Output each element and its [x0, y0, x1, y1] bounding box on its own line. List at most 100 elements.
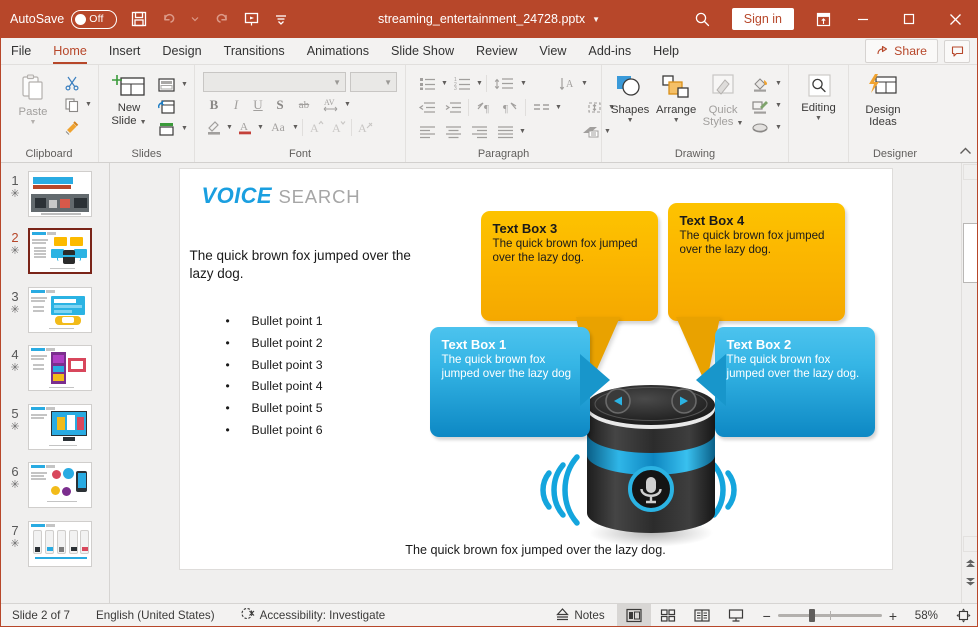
justify-button[interactable] [492, 121, 518, 142]
previous-slide-button[interactable] [963, 555, 978, 571]
slide-canvas-area[interactable]: VOICE SEARCH The quick brown fox jumped … [110, 163, 961, 603]
italic-button[interactable]: I [225, 94, 247, 115]
slide-title[interactable]: VOICE SEARCH [202, 183, 361, 209]
zoom-percent-label[interactable]: 58% [904, 609, 938, 622]
thumbnail-preview-4[interactable] [28, 345, 92, 391]
start-presentation-icon[interactable] [237, 6, 265, 32]
callout-text-box-2[interactable]: Text Box 2 The quick brown fox jumped ov… [714, 327, 875, 437]
zoom-slider-handle[interactable] [809, 609, 815, 622]
rtl-text-direction-button[interactable]: ¶ [497, 97, 523, 118]
tab-design[interactable]: Design [151, 38, 212, 64]
shape-fill-dropdown-icon[interactable]: ▼ [774, 80, 783, 87]
callout-text-box-3[interactable]: Text Box 3 The quick brown fox jumped ov… [480, 211, 658, 321]
quick-styles-dropdown-icon[interactable]: ▼ [737, 120, 744, 127]
redo-icon[interactable] [207, 6, 235, 32]
character-spacing-button[interactable]: AV [317, 94, 343, 115]
sign-in-button[interactable]: Sign in [731, 8, 794, 30]
shape-effects-dropdown-icon[interactable]: ▼ [774, 124, 783, 131]
zoom-out-button[interactable]: − [763, 608, 771, 624]
arrange-button[interactable]: Arrange ▼ [653, 70, 699, 124]
columns-dropdown-icon[interactable]: ▼ [554, 104, 563, 111]
close-icon[interactable] [932, 0, 978, 38]
callout-text-box-1[interactable]: Text Box 1 The quick brown fox jumped ov… [429, 327, 590, 437]
text-direction-dropdown-icon[interactable]: ▼ [580, 80, 589, 87]
collapse-ribbon-icon[interactable] [959, 146, 972, 160]
slide-body-text[interactable]: The quick brown fox jumped over the lazy… [190, 247, 420, 283]
font-size-dropdown-icon[interactable]: ▼ [384, 78, 392, 87]
tab-add-ins[interactable]: Add-ins [577, 38, 642, 64]
shape-outline-dropdown-icon[interactable]: ▼ [774, 102, 783, 109]
line-spacing-button[interactable] [489, 73, 519, 94]
autosave-control[interactable]: AutoSave Off [10, 9, 118, 29]
align-center-button[interactable] [440, 121, 466, 142]
new-slide-dropdown-icon[interactable]: ▼ [140, 119, 147, 126]
tab-review[interactable]: Review [465, 38, 528, 64]
decrease-font-size-button[interactable]: A [327, 117, 349, 138]
ltr-text-direction-button[interactable]: ¶ [471, 97, 497, 118]
slide-show-view-button[interactable] [719, 604, 753, 627]
language-indicator[interactable]: English (United States) [96, 609, 215, 622]
columns-button[interactable] [528, 97, 554, 118]
slide-sorter-view-button[interactable] [651, 604, 685, 627]
clear-formatting-button[interactable]: A [354, 117, 376, 138]
shapes-button[interactable]: Shapes ▼ [608, 70, 652, 124]
zoom-in-button[interactable]: + [889, 608, 897, 624]
thumbnail-item-5[interactable]: 5 ✳ [0, 400, 109, 452]
slide-caption[interactable]: The quick brown fox jumped over the lazy… [180, 543, 892, 557]
decrease-indent-button[interactable] [414, 97, 440, 118]
maximize-icon[interactable] [886, 0, 932, 38]
section-icon[interactable] [153, 118, 179, 139]
section-dropdown-icon[interactable]: ▼ [180, 125, 189, 132]
reading-view-button[interactable] [685, 604, 719, 627]
tab-transitions[interactable]: Transitions [213, 38, 296, 64]
quick-styles-button[interactable]: Quick Styles ▼ [700, 70, 746, 130]
notes-button[interactable]: Notes [551, 604, 616, 627]
comments-button[interactable] [944, 39, 970, 63]
thumbnail-preview-7[interactable] [28, 521, 92, 567]
bullets-button[interactable] [414, 73, 440, 94]
fit-slide-to-window-button[interactable] [948, 604, 978, 627]
shape-fill-icon[interactable] [747, 73, 773, 94]
arrange-dropdown-icon[interactable]: ▼ [672, 117, 681, 124]
character-spacing-dropdown-icon[interactable]: ▼ [343, 101, 352, 108]
cut-icon[interactable] [61, 72, 83, 93]
slide-bullet-list[interactable]: Bullet point 1 Bullet point 2 Bullet poi… [218, 311, 418, 442]
change-case-dropdown-icon[interactable]: ▼ [291, 124, 300, 131]
bold-button[interactable]: B [203, 94, 225, 115]
copy-icon[interactable] [61, 94, 83, 115]
tab-home[interactable]: Home [42, 38, 98, 64]
ribbon-display-options-icon[interactable] [806, 0, 840, 38]
align-right-button[interactable] [466, 121, 492, 142]
increase-indent-button[interactable] [440, 97, 466, 118]
zoom-slider[interactable] [777, 609, 882, 622]
layout-dropdown-icon[interactable]: ▼ [180, 81, 189, 88]
reset-slide-icon[interactable] [153, 96, 179, 117]
tab-slide-show[interactable]: Slide Show [380, 38, 465, 64]
shape-effects-icon[interactable] [747, 117, 773, 138]
text-highlight-color-button[interactable] [203, 117, 225, 138]
thumbnail-preview-2[interactable] [28, 228, 92, 274]
search-icon[interactable] [686, 0, 720, 38]
normal-view-button[interactable] [616, 603, 651, 627]
autosave-toggle[interactable]: Off [71, 9, 118, 29]
thumbnail-item-4[interactable]: 4 ✳ [0, 341, 109, 393]
format-painter-icon[interactable] [61, 116, 83, 137]
thumbnail-item-3[interactable]: 3 ✳ [0, 283, 109, 335]
text-direction-button[interactable]: A [554, 73, 580, 94]
convert-to-smartart-button[interactable] [577, 121, 603, 142]
save-icon[interactable] [125, 6, 153, 32]
slide-surface[interactable]: VOICE SEARCH The quick brown fox jumped … [178, 168, 893, 570]
bullets-dropdown-icon[interactable]: ▼ [440, 80, 449, 87]
font-color-dropdown-icon[interactable]: ▼ [256, 124, 265, 131]
thumbnail-item-2[interactable]: 2 ✳ [0, 224, 109, 276]
thumbnail-preview-5[interactable] [28, 404, 92, 450]
text-shadow-button[interactable]: S [269, 94, 291, 115]
copy-dropdown-icon[interactable]: ▼ [84, 101, 93, 108]
shapes-dropdown-icon[interactable]: ▼ [626, 117, 635, 124]
thumbnail-item-7[interactable]: 7 ✳ [0, 517, 109, 569]
underline-button[interactable]: U [247, 94, 269, 115]
paste-dropdown-icon[interactable]: ▼ [29, 119, 38, 126]
thumbnail-item-6[interactable]: 6 ✳ [0, 458, 109, 510]
zoom-control[interactable]: − + 58% [753, 608, 948, 624]
shape-outline-icon[interactable] [747, 95, 773, 116]
